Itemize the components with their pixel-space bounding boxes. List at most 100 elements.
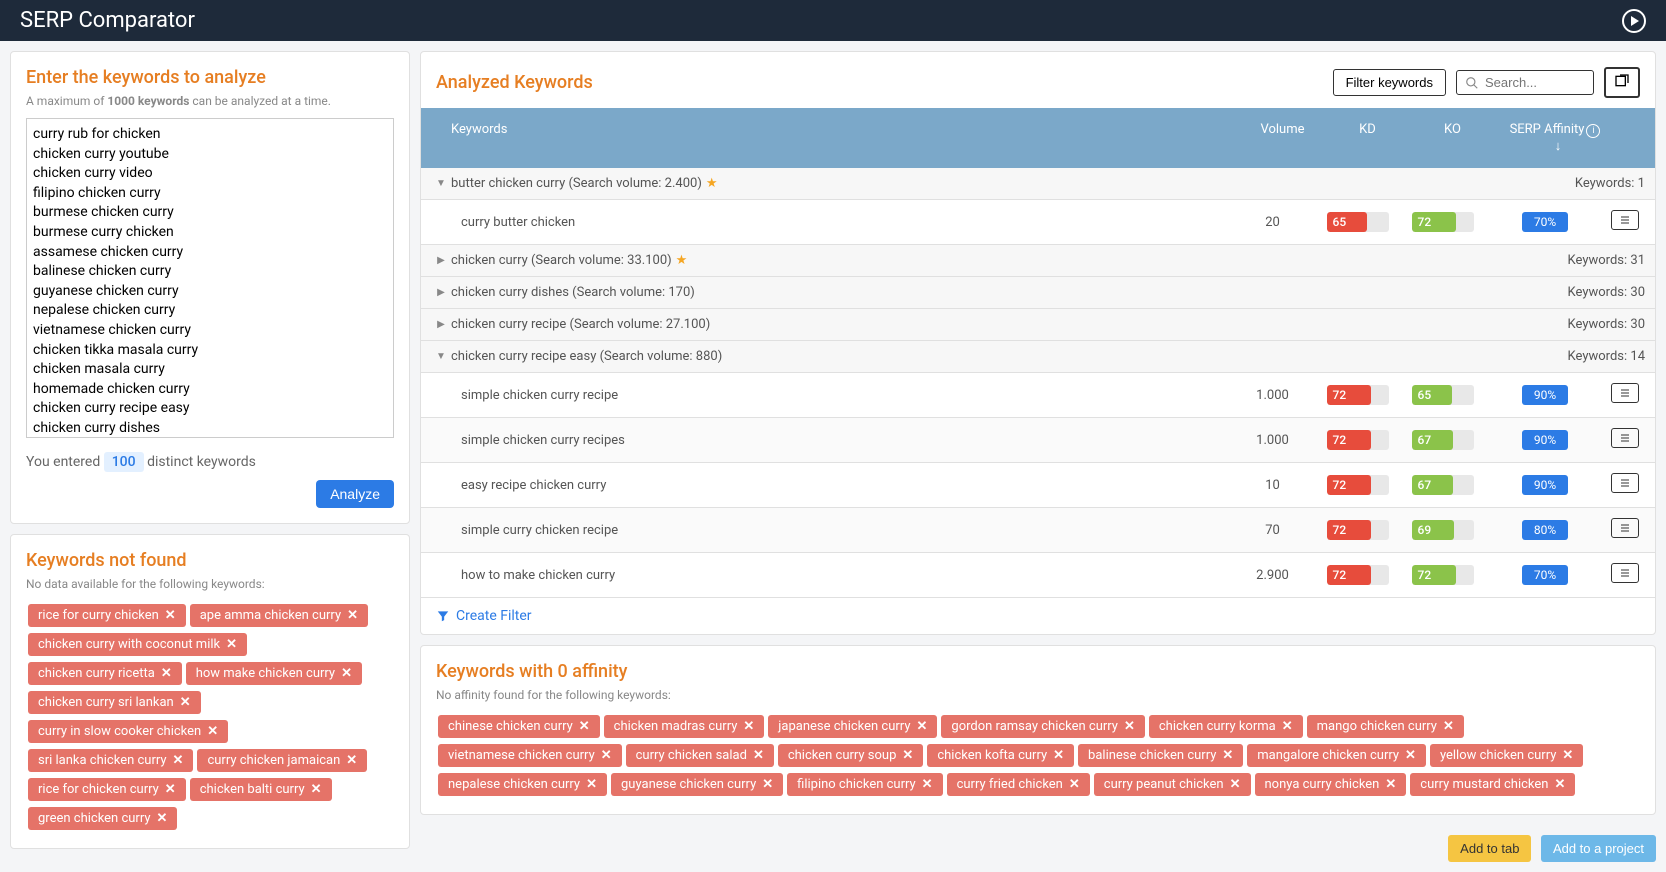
keyword-tag[interactable]: vietnamese chicken curry✕ — [438, 744, 622, 767]
keywords-textarea[interactable] — [26, 118, 394, 438]
keyword-tag[interactable]: nepalese chicken curry✕ — [438, 773, 607, 796]
keyword-tag[interactable]: gordon ramsay chicken curry✕ — [941, 715, 1144, 738]
close-icon[interactable]: ✕ — [916, 719, 927, 734]
group-row[interactable]: ▼chicken curry recipe easy (Search volum… — [421, 341, 1655, 373]
info-icon[interactable]: i — [1586, 124, 1600, 138]
close-icon[interactable]: ✕ — [165, 608, 176, 623]
keyword-tag[interactable]: sri lanka chicken curry✕ — [28, 749, 193, 772]
close-icon[interactable]: ✕ — [1405, 748, 1416, 763]
keyword-tag[interactable]: chicken madras curry✕ — [604, 715, 765, 738]
close-icon[interactable]: ✕ — [1282, 719, 1293, 734]
close-icon[interactable]: ✕ — [762, 777, 773, 792]
row-menu-button[interactable] — [1611, 428, 1639, 448]
close-icon[interactable]: ✕ — [1053, 748, 1064, 763]
keyword-tag[interactable]: guyanese chicken curry ✕ — [611, 773, 783, 796]
keyword-tag[interactable]: mangalore chicken curry✕ — [1247, 744, 1426, 767]
keyword-tag[interactable]: chicken curry korma✕ — [1149, 715, 1303, 738]
col-volume[interactable]: Volume — [1240, 108, 1325, 168]
keyword-tag[interactable]: ape amma chicken curry✕ — [190, 604, 368, 627]
row-menu-button[interactable] — [1611, 383, 1639, 403]
close-icon[interactable]: ✕ — [1554, 777, 1565, 792]
close-icon[interactable]: ✕ — [601, 748, 612, 763]
zero-affinity-panel: Keywords with 0 affinity No affinity fou… — [420, 645, 1656, 815]
filter-keywords-button[interactable]: Filter keywords — [1333, 69, 1446, 96]
keyword-tag[interactable]: balinese chicken curry✕ — [1078, 744, 1243, 767]
group-row[interactable]: ▶chicken curry (Search volume: 33.100)★K… — [421, 245, 1655, 277]
keyword-tag[interactable]: curry fried chicken✕ — [947, 773, 1090, 796]
row-menu-button[interactable] — [1611, 518, 1639, 538]
play-video-icon[interactable] — [1622, 9, 1646, 33]
close-icon[interactable]: ✕ — [226, 637, 237, 652]
keyword-tag[interactable]: curry mustard chicken✕ — [1410, 773, 1575, 796]
export-button[interactable] — [1604, 67, 1640, 98]
add-to-tab-button[interactable]: Add to tab — [1448, 835, 1531, 862]
close-icon[interactable]: ✕ — [753, 748, 764, 763]
col-affinity[interactable]: SERP Affinityi↓ — [1495, 108, 1615, 168]
keyword-tag[interactable]: chicken kofta curry✕ — [927, 744, 1074, 767]
cell-ko: 65 — [1400, 385, 1485, 405]
close-icon[interactable]: ✕ — [922, 777, 933, 792]
close-icon[interactable]: ✕ — [207, 724, 218, 739]
close-icon[interactable]: ✕ — [1124, 719, 1135, 734]
close-icon[interactable]: ✕ — [1385, 777, 1396, 792]
close-icon[interactable]: ✕ — [1230, 777, 1241, 792]
keyword-tag[interactable]: mango chicken curry✕ — [1307, 715, 1464, 738]
tag-label: curry chicken salad — [636, 748, 747, 763]
close-icon[interactable]: ✕ — [586, 777, 597, 792]
close-icon[interactable]: ✕ — [311, 782, 322, 797]
close-icon[interactable]: ✕ — [347, 608, 358, 623]
close-icon[interactable]: ✕ — [346, 753, 357, 768]
keyword-tag[interactable]: green chicken curry✕ — [28, 807, 177, 830]
caret-icon: ▶ — [431, 287, 451, 298]
keyword-tag[interactable]: curry in slow cooker chicken✕ — [28, 720, 228, 743]
keyword-tag[interactable]: curry chicken jamaican✕ — [197, 749, 367, 772]
keyword-tag[interactable]: curry chicken salad ✕ — [626, 744, 774, 767]
search-input[interactable] — [1485, 75, 1585, 90]
close-icon[interactable]: ✕ — [165, 782, 176, 797]
keyword-tag[interactable]: how make chicken curry✕ — [186, 662, 362, 685]
close-icon[interactable]: ✕ — [579, 719, 590, 734]
close-icon[interactable]: ✕ — [173, 753, 184, 768]
col-kd[interactable]: KD — [1325, 108, 1410, 168]
tag-label: chicken curry sri lankan — [38, 695, 174, 710]
keyword-tag[interactable]: filipino chicken curry✕ — [787, 773, 942, 796]
keyword-tag[interactable]: rice for chicken curry ✕ — [28, 778, 186, 801]
close-icon[interactable]: ✕ — [1069, 777, 1080, 792]
close-icon[interactable]: ✕ — [1222, 748, 1233, 763]
not-found-panel: Keywords not found No data available for… — [10, 534, 410, 849]
keyword-tag[interactable]: rice for curry chicken✕ — [28, 604, 186, 627]
keyword-tag[interactable]: chicken curry with coconut milk✕ — [28, 633, 247, 656]
close-icon[interactable]: ✕ — [161, 666, 172, 681]
col-keywords[interactable]: Keywords — [421, 108, 1240, 168]
row-menu-button[interactable] — [1611, 563, 1639, 583]
row-menu-button[interactable] — [1611, 473, 1639, 493]
keyword-tag[interactable]: nonya curry chicken✕ — [1255, 773, 1407, 796]
close-icon[interactable]: ✕ — [902, 748, 913, 763]
analyze-button[interactable]: Analyze — [316, 480, 394, 508]
create-filter-link[interactable]: Create Filter — [421, 598, 1655, 634]
keyword-tag[interactable]: curry peanut chicken✕ — [1094, 773, 1251, 796]
keyword-tag[interactable]: yellow chicken curry✕ — [1430, 744, 1583, 767]
keyword-tag[interactable]: chicken curry sri lankan ✕ — [28, 691, 201, 714]
tag-label: rice for chicken curry — [38, 782, 159, 797]
group-row[interactable]: ▶chicken curry dishes (Search volume: 17… — [421, 277, 1655, 309]
group-row[interactable]: ▼butter chicken curry (Search volume: 2.… — [421, 168, 1655, 200]
keyword-tag[interactable]: chinese chicken curry✕ — [438, 715, 600, 738]
close-icon[interactable]: ✕ — [341, 666, 352, 681]
close-icon[interactable]: ✕ — [1443, 719, 1454, 734]
close-icon[interactable]: ✕ — [743, 719, 754, 734]
close-icon[interactable]: ✕ — [180, 695, 191, 710]
tag-label: guyanese chicken curry — [621, 777, 756, 792]
cell-kd: 72 — [1315, 385, 1400, 405]
col-ko[interactable]: KO — [1410, 108, 1495, 168]
keyword-tag[interactable]: chicken balti curry✕ — [190, 778, 332, 801]
add-to-project-button[interactable]: Add to a project — [1541, 835, 1656, 862]
close-icon[interactable]: ✕ — [157, 811, 168, 826]
search-wrap[interactable] — [1456, 70, 1594, 95]
keyword-tag[interactable]: chicken curry soup✕ — [778, 744, 923, 767]
close-icon[interactable]: ✕ — [1562, 748, 1573, 763]
row-menu-button[interactable] — [1611, 210, 1639, 230]
keyword-tag[interactable]: chicken curry ricetta✕ — [28, 662, 182, 685]
keyword-tag[interactable]: japanese chicken curry✕ — [768, 715, 937, 738]
group-row[interactable]: ▶chicken curry recipe (Search volume: 27… — [421, 309, 1655, 341]
